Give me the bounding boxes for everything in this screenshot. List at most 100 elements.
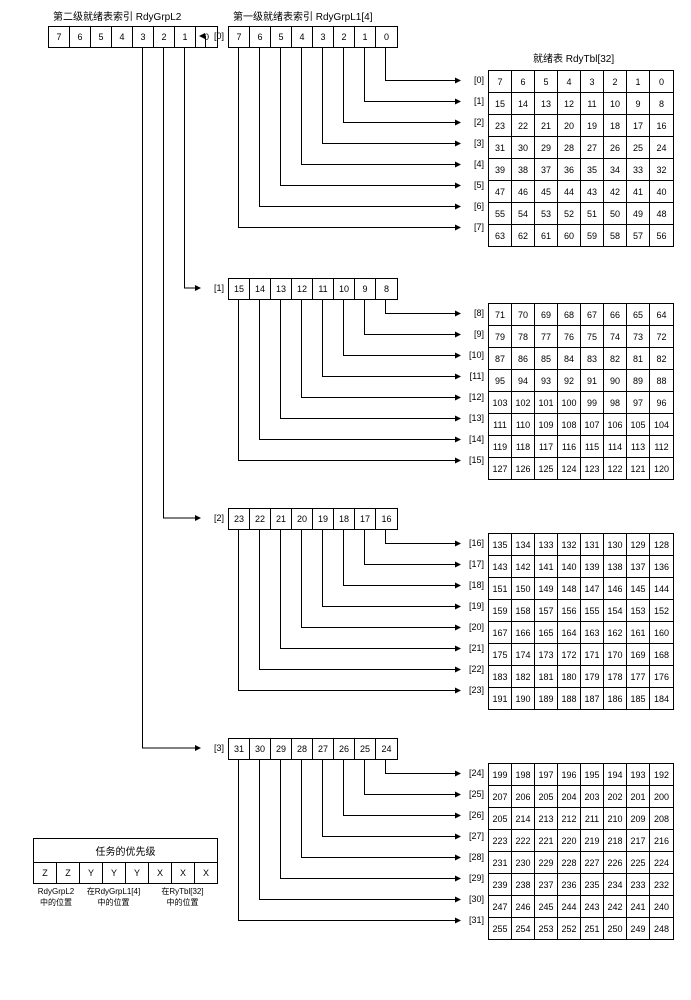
rdytbl-cell: 128 (650, 534, 673, 555)
rdytbl-cell: 204 (558, 786, 581, 807)
tbl-title: 就绪表 RdyTbl[32] (533, 50, 614, 65)
table-row: 135134133132131130129128 (488, 533, 674, 556)
rdytbl-cell: 127 (489, 458, 512, 479)
table-row: 223222221220219218217216 (488, 830, 674, 852)
rdytbl-cell: 196 (558, 764, 581, 785)
rdytbl-cell: 135 (489, 534, 512, 555)
l1-cell: 12 (292, 279, 313, 299)
rdytbl-cell: 4 (558, 71, 581, 92)
rdytbl-cell: 235 (581, 874, 604, 895)
priority-cell: X (149, 863, 172, 883)
table-row: 127126125124123122121120 (488, 458, 674, 480)
table-row: 4746454443424140 (488, 181, 674, 203)
l1-cell: 5 (271, 27, 292, 47)
table-row: 8786858483828182 (488, 348, 674, 370)
l1-cell: 13 (271, 279, 292, 299)
rdytbl-cell: 126 (512, 458, 535, 479)
rdytbl-cell: 22 (512, 115, 535, 136)
rdytbl-cell: 97 (627, 392, 650, 413)
rdytbl-cell: 194 (604, 764, 627, 785)
rdytbl-cell: 201 (627, 786, 650, 807)
l2-cell: 7 (49, 27, 70, 47)
rdytbl-cell: 74 (604, 326, 627, 347)
rdytbl-cell: 94 (512, 370, 535, 391)
rdytbl-cell: 193 (627, 764, 650, 785)
rdytbl-cell: 205 (535, 786, 558, 807)
l2-cell: 5 (91, 27, 112, 47)
l1-cell: 29 (271, 739, 292, 759)
rdytbl-cell: 38 (512, 159, 535, 180)
rdytbl-cell: 163 (581, 622, 604, 643)
l1-cell: 3 (313, 27, 334, 47)
table-row: 239238237236235234233232 (488, 874, 674, 896)
l1-cell: 23 (229, 509, 250, 529)
rdytbl-cell: 162 (604, 622, 627, 643)
table-row: 3938373635343332 (488, 159, 674, 181)
rdytbl-cell: 159 (489, 600, 512, 621)
rdytbl-idx: [4] (460, 159, 484, 169)
rdytbl-cell: 166 (512, 622, 535, 643)
priority-cell: Z (57, 863, 80, 883)
rdytbl-cell: 203 (581, 786, 604, 807)
l1-cell: 10 (334, 279, 355, 299)
rdytbl-cell: 120 (650, 458, 673, 479)
l1-cell: 25 (355, 739, 376, 759)
rdytbl-cell: 160 (650, 622, 673, 643)
rdytbl-cell: 17 (627, 115, 650, 136)
rdytbl-cell: 226 (604, 852, 627, 873)
rdytbl-idx: [13] (460, 413, 484, 423)
rdytbl-cell: 54 (512, 203, 535, 224)
rdytbl-cell: 20 (558, 115, 581, 136)
rdytbl-cell: 178 (604, 666, 627, 687)
rdytbl-cell: 43 (581, 181, 604, 202)
rdytbl-cell: 113 (627, 436, 650, 457)
rdytbl-cell: 89 (627, 370, 650, 391)
rdytbl-block: 7654321015141312111098232221201918171631… (488, 70, 674, 247)
rdytbl-cell: 151 (489, 578, 512, 599)
l1-cell: 16 (376, 509, 397, 529)
rdytbl-cell: 164 (558, 622, 581, 643)
rdytbl-cell: 185 (627, 688, 650, 709)
table-row: 183182181180179178177176 (488, 666, 674, 688)
l1-cell: 30 (250, 739, 271, 759)
rdytbl-cell: 30 (512, 137, 535, 158)
rdytbl-cell: 157 (535, 600, 558, 621)
l1-cell: 1 (355, 27, 376, 47)
rdytbl-cell: 199 (489, 764, 512, 785)
l1-cell: 24 (376, 739, 397, 759)
rdytbl-cell: 244 (558, 896, 581, 917)
rdytbl-cell: 227 (581, 852, 604, 873)
table-row: 175174173172171170169168 (488, 644, 674, 666)
rdytbl-cell: 73 (627, 326, 650, 347)
rdytbl-cell: 145 (627, 578, 650, 599)
rdytbl-cell: 100 (558, 392, 581, 413)
rdytbl-idx: [9] (460, 329, 484, 339)
rdytbl-cell: 110 (512, 414, 535, 435)
rdytbl-cell: 26 (604, 137, 627, 158)
rdytbl-cell: 85 (535, 348, 558, 369)
rdytbl-cell: 171 (581, 644, 604, 665)
rdytbl-cell: 211 (581, 808, 604, 829)
rdytbl-cell: 29 (535, 137, 558, 158)
rdytbl-cell: 183 (489, 666, 512, 687)
rdytbl-cell: 174 (512, 644, 535, 665)
rdytbl-cell: 28 (558, 137, 581, 158)
rdytbl-cell: 60 (558, 225, 581, 246)
rdytbl-cell: 8 (650, 93, 673, 114)
rdytbl-cell: 21 (535, 115, 558, 136)
rdytbl-cell: 107 (581, 414, 604, 435)
l1-idx: [2] (200, 513, 224, 523)
rdytbl-idx: [12] (460, 392, 484, 402)
priority-sublabel: 在RdyGrpL1[4]中的位置 (79, 886, 148, 908)
rdytbl-idx: [25] (460, 789, 484, 799)
table-row: 76543210 (488, 70, 674, 93)
rdytbl-cell: 47 (489, 181, 512, 202)
rdytbl-cell: 237 (535, 874, 558, 895)
rdytbl-idx: [29] (460, 873, 484, 883)
rdytbl-cell: 223 (489, 830, 512, 851)
rdytbl-cell: 231 (489, 852, 512, 873)
rdytbl-cell: 173 (535, 644, 558, 665)
rdytbl-cell: 5 (535, 71, 558, 92)
rdytbl-cell: 87 (489, 348, 512, 369)
rdytbl-cell: 177 (627, 666, 650, 687)
